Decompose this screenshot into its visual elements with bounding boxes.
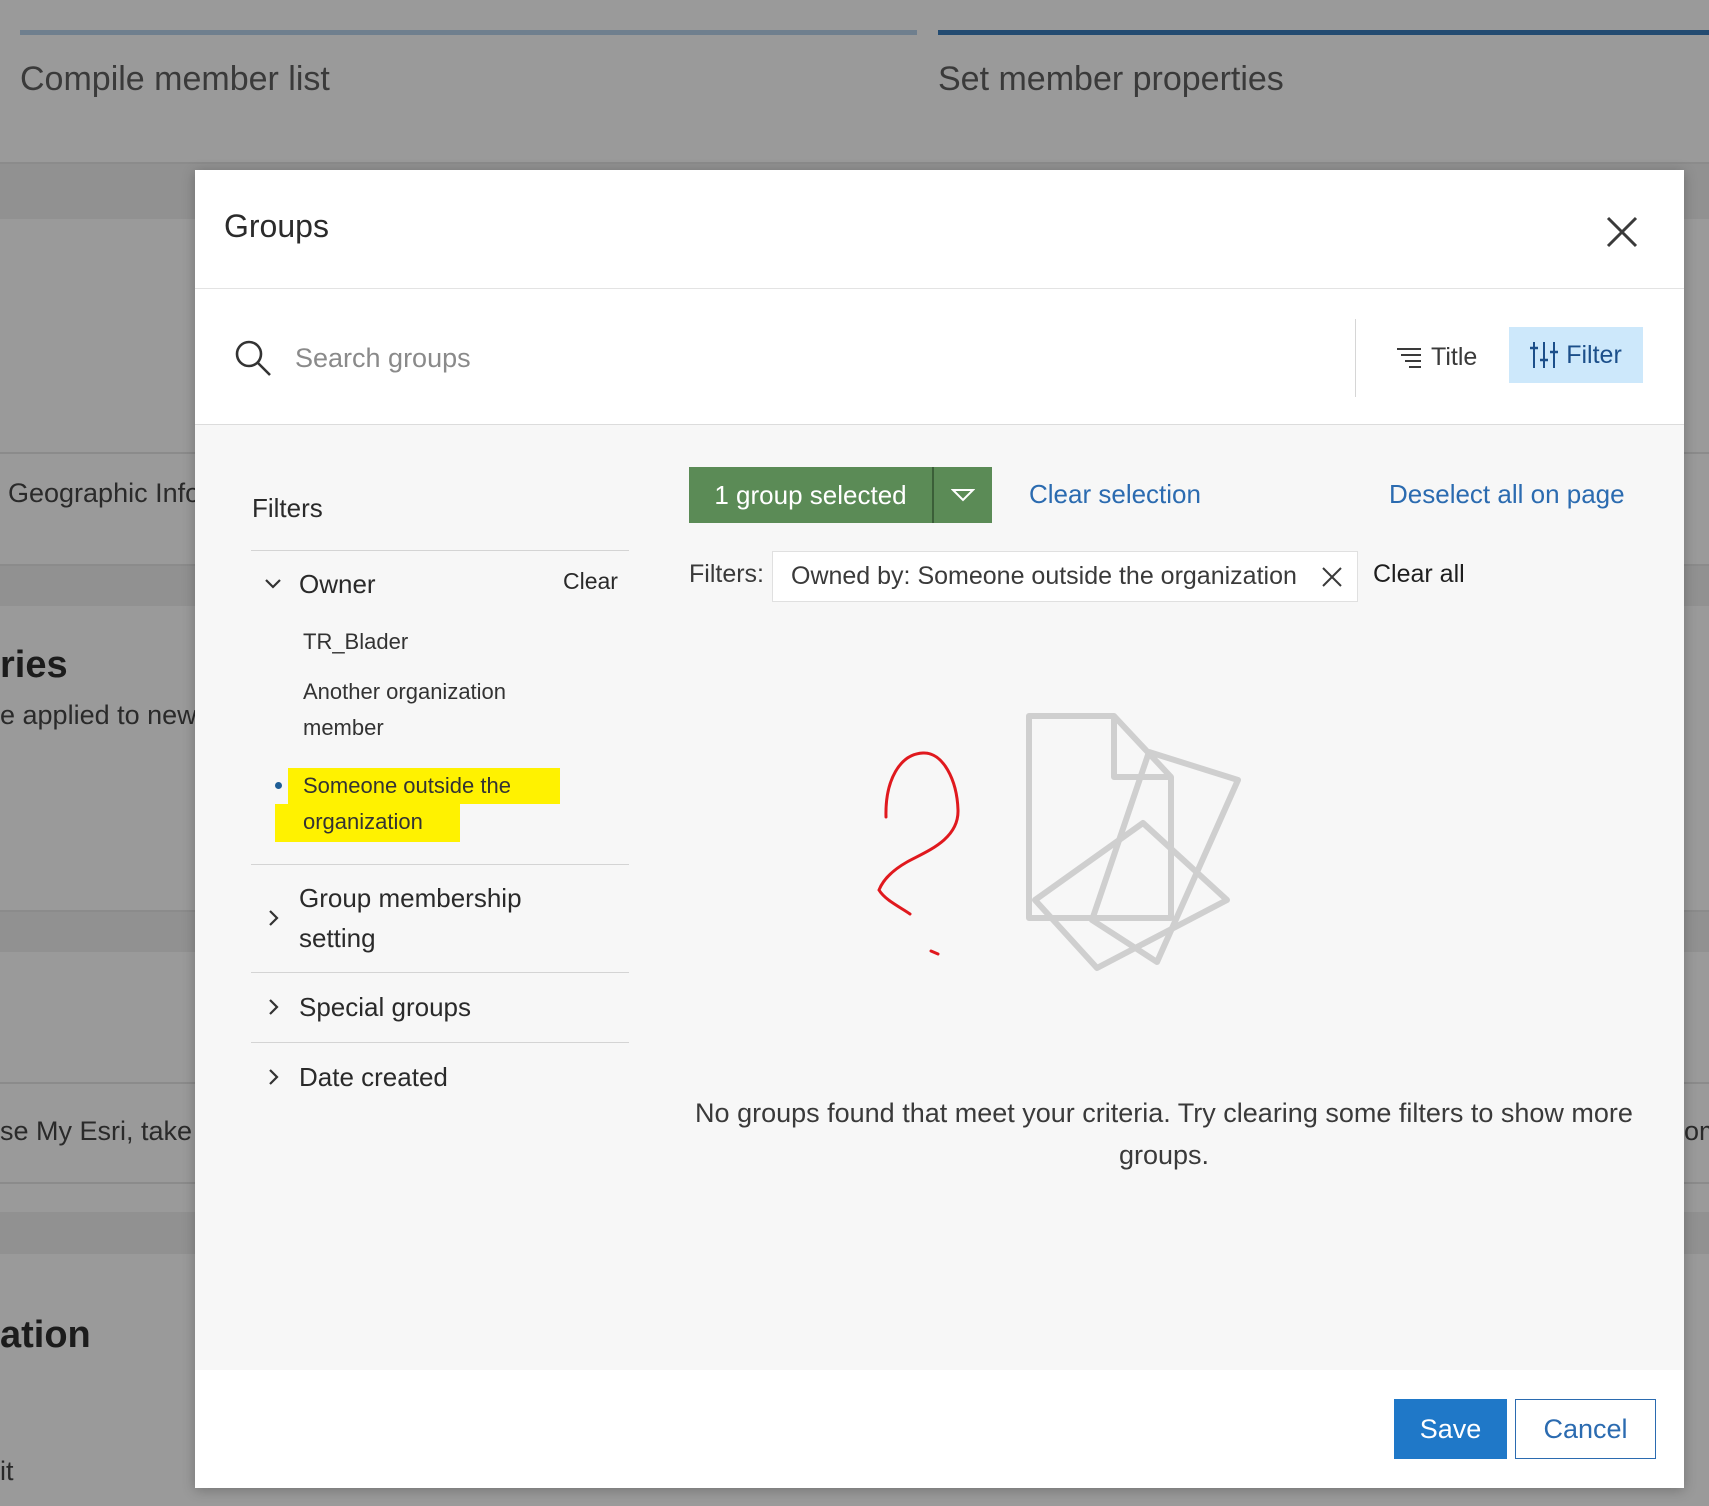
filter-section-date-created[interactable]: Date created xyxy=(251,1056,629,1098)
search-icon xyxy=(235,340,271,376)
filter-toggle-button[interactable]: Filter xyxy=(1509,327,1643,383)
step-progress-2 xyxy=(938,30,1709,35)
filter-section-label: Group membership setting xyxy=(299,883,522,953)
step-progress-1 xyxy=(20,30,917,35)
empty-state-message: No groups found that meet your criteria.… xyxy=(695,1098,1633,1170)
clear-selection-link[interactable]: Clear selection xyxy=(1029,479,1201,510)
filter-section-special-groups[interactable]: Special groups xyxy=(251,986,629,1028)
dialog-footer: Save Cancel xyxy=(195,1370,1684,1488)
search-bar: Title Filter xyxy=(195,289,1684,425)
save-button[interactable]: Save xyxy=(1394,1399,1507,1459)
question-mark-annotation xyxy=(877,751,960,956)
close-icon xyxy=(1606,216,1638,248)
bg-text-geographic: Geographic Info xyxy=(8,478,201,508)
search-input[interactable] xyxy=(293,327,1427,389)
bg-text-right-fragment: om xyxy=(1684,1116,1709,1146)
bg-text-applied: e applied to new xyxy=(0,700,197,730)
bg-heading-properties: ries xyxy=(0,644,68,686)
dialog-header: Groups xyxy=(195,170,1684,289)
selection-split-button: 1 group selected xyxy=(689,467,992,523)
selected-indicator xyxy=(275,782,282,789)
clear-all-filters-link[interactable]: Clear all xyxy=(1373,560,1465,589)
chevron-right-icon xyxy=(269,1069,279,1085)
documents-icon xyxy=(1026,713,1241,971)
close-icon[interactable] xyxy=(1319,564,1345,590)
dialog-title: Groups xyxy=(224,208,329,244)
bg-heading-organization: ation xyxy=(0,1314,91,1356)
selection-dropdown-button[interactable] xyxy=(934,467,992,523)
empty-documents-illustration xyxy=(877,713,1241,971)
divider xyxy=(251,1042,629,1043)
active-filter-text: Owned by: Someone outside the organizati… xyxy=(791,562,1297,590)
deselect-all-link[interactable]: Deselect all on page xyxy=(1389,479,1625,510)
toolbar-divider xyxy=(1355,319,1356,397)
chevron-down-icon xyxy=(265,579,281,589)
active-filters-label: Filters: xyxy=(689,560,764,588)
owner-clear-button[interactable]: Clear xyxy=(563,568,618,595)
sort-label: Title xyxy=(1431,342,1478,371)
step-compile-member-list[interactable]: Compile member list xyxy=(20,60,330,99)
sliders-icon xyxy=(1530,342,1559,368)
filter-section-label: Date created xyxy=(299,1062,448,1092)
sort-title-button[interactable]: Title xyxy=(1395,335,1477,379)
divider xyxy=(251,972,629,973)
filter-section-label: Special groups xyxy=(299,992,471,1022)
owner-option-someone-outside[interactable]: Someone outside the organization xyxy=(303,768,563,840)
group-selected-button[interactable]: 1 group selected xyxy=(689,467,932,523)
cancel-button[interactable]: Cancel xyxy=(1515,1399,1656,1459)
sort-icon xyxy=(1397,348,1421,368)
filter-section-group-membership[interactable]: Group membership setting xyxy=(251,878,629,958)
owner-option-tr-blader[interactable]: TR_Blader xyxy=(303,624,563,660)
filters-heading: Filters xyxy=(252,493,323,523)
chevron-right-icon xyxy=(269,999,279,1015)
divider xyxy=(251,864,629,865)
owner-option-another-org-member[interactable]: Another organization member xyxy=(303,674,563,746)
filter-label: Filter xyxy=(1566,340,1622,369)
step-set-member-properties[interactable]: Set member properties xyxy=(938,60,1284,99)
chevron-right-icon xyxy=(269,910,279,926)
active-filter-chip: Owned by: Someone outside the organizati… xyxy=(772,551,1358,602)
caret-down-icon xyxy=(951,489,975,502)
filter-section-label: Owner xyxy=(299,569,376,599)
bg-text-my-esri: se My Esri, take xyxy=(0,1116,193,1146)
close-button[interactable] xyxy=(1600,210,1644,254)
bg-text-it: it xyxy=(0,1456,14,1486)
groups-dialog: Groups Title Filter Filters xyxy=(195,170,1684,1488)
divider xyxy=(251,550,629,551)
